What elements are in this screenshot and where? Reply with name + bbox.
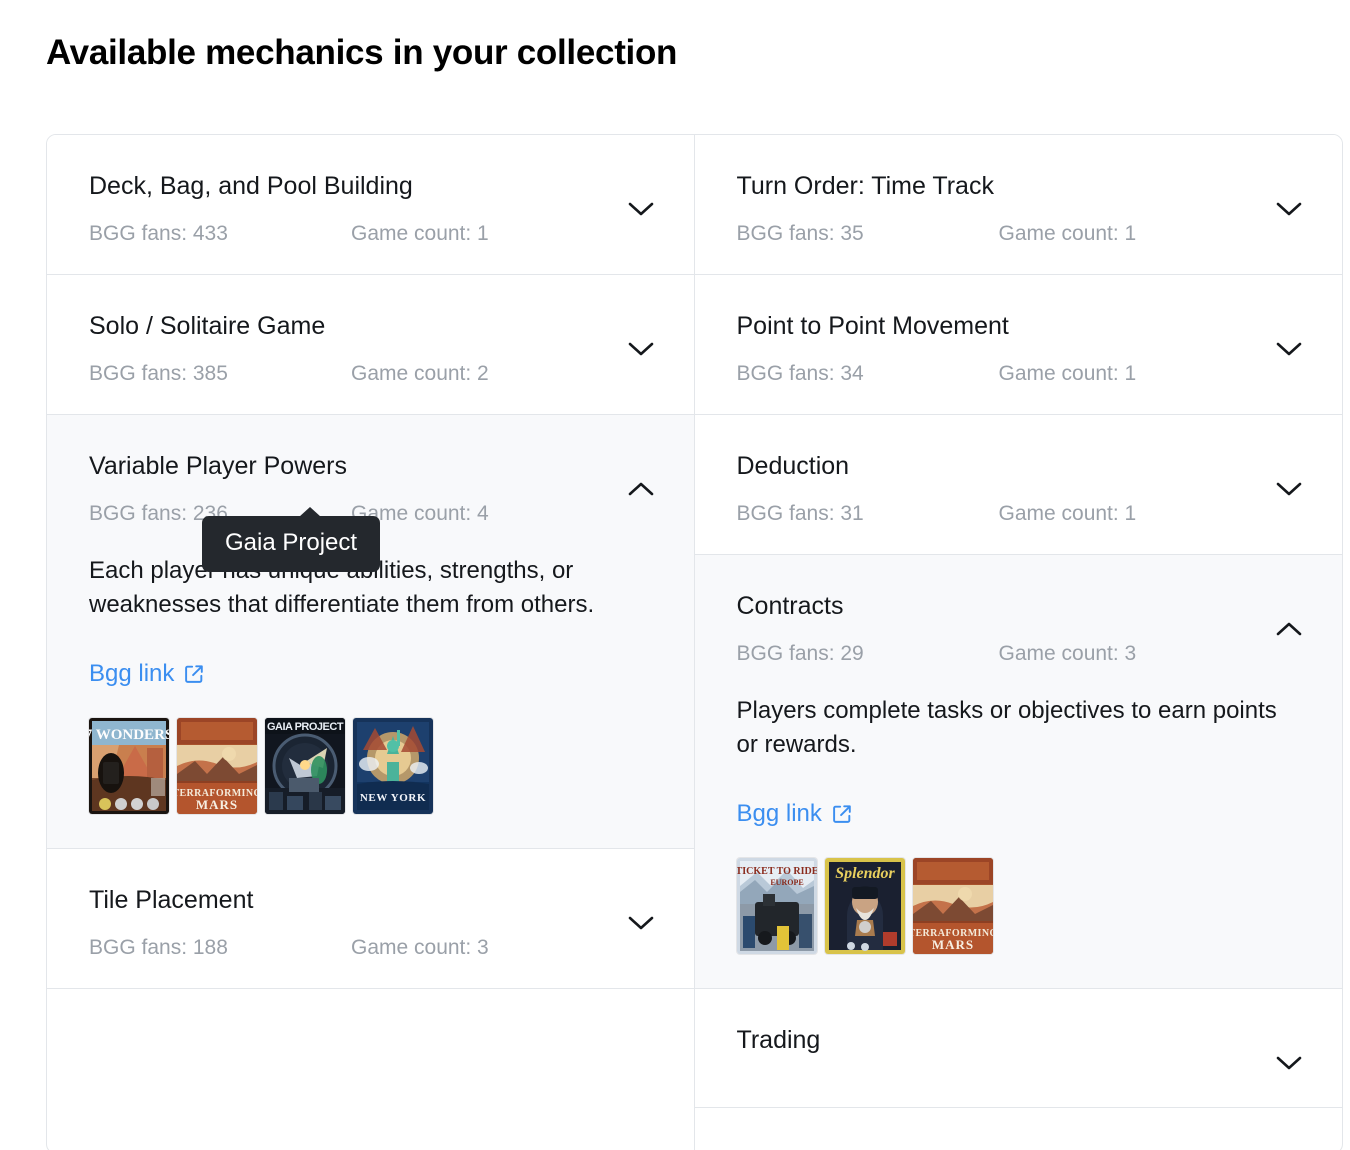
mechanic-name: Trading xyxy=(736,1026,821,1055)
game-count: Game count: 1 xyxy=(351,222,489,245)
game-thumbnail-list: 7 WONDERS ERRAFORMIN MARS GAIA PROJECT N… xyxy=(89,718,652,815)
game-thumbnail-terraforming-mars[interactable]: TERRAFORMING MARS xyxy=(912,858,993,955)
mechanic-name: Variable Player Powers xyxy=(89,452,347,480)
game-thumbnail-gaia-project[interactable]: GAIA PROJECT xyxy=(265,718,345,815)
chevron-down-icon[interactable] xyxy=(1276,481,1302,497)
game-thumbnail-ticket-to-ride-europe[interactable]: TICKET TO RIDE EUROPE xyxy=(736,858,817,955)
tooltip-label: Gaia Project xyxy=(225,529,358,556)
bgg-fans: BGG fans: 35 xyxy=(736,222,864,245)
chevron-down-icon[interactable] xyxy=(628,341,654,357)
svg-text:Splendor: Splendor xyxy=(835,865,895,882)
accordion-header[interactable]: Trading xyxy=(695,989,1343,1107)
bgg-link[interactable]: Bgg link xyxy=(89,660,205,688)
tooltip-arrow xyxy=(299,507,321,517)
bgg-link-label: Bgg link xyxy=(89,660,175,688)
chevron-down-icon[interactable] xyxy=(1276,201,1302,217)
page-title: Available mechanics in your collection xyxy=(46,33,678,72)
mechanic-name: Turn Order: Time Track xyxy=(736,172,994,200)
svg-text:GAIA PROJECT: GAIA PROJECT xyxy=(267,721,344,733)
chevron-down-icon[interactable] xyxy=(1276,341,1302,357)
mechanic-name: Deck, Bag, and Pool Building xyxy=(89,172,413,200)
accordion-item-solo-solitaire-game[interactable]: Solo / Solitaire Game BGG fans: 385 Game… xyxy=(47,275,694,415)
bgg-fans: BGG fans: 385 xyxy=(89,362,228,385)
mechanic-name: Deduction xyxy=(736,452,850,480)
chevron-down-icon[interactable] xyxy=(1276,1055,1302,1071)
accordion-header[interactable]: Turn Order: Time Track BGG fans: 35 Game… xyxy=(695,135,1343,274)
accordion-header[interactable]: Solo / Solitaire Game BGG fans: 385 Game… xyxy=(47,275,694,414)
svg-text:MARS: MARS xyxy=(931,937,973,952)
accordion-item-variable-player-powers[interactable]: Variable Player Powers BGG fans: 236 Gam… xyxy=(47,415,694,850)
bgg-link-label: Bgg link xyxy=(736,800,822,828)
bgg-fans: BGG fans: 188 xyxy=(89,936,228,960)
svg-text:TICKET TO RIDE: TICKET TO RIDE xyxy=(737,866,817,877)
mechanic-meta: BGG fans: 433 Game count: 1 xyxy=(89,223,652,244)
game-thumbnail-splendor[interactable]: Splendor xyxy=(824,858,905,955)
svg-text:7 WONDERS: 7 WONDERS xyxy=(89,727,169,743)
mechanics-page: Available mechanics in your collection D… xyxy=(0,0,1350,1150)
mechanics-accordion: Deck, Bag, and Pool Building BGG fans: 4… xyxy=(46,134,1343,1150)
game-thumbnail-new-york[interactable]: NEW YORK xyxy=(353,718,433,815)
accordion-header[interactable]: Point to Point Movement BGG fans: 34 Gam… xyxy=(695,275,1343,414)
chevron-up-icon[interactable] xyxy=(1276,621,1302,637)
game-count: Game count: 3 xyxy=(351,936,489,960)
bgg-fans: BGG fans: 31 xyxy=(736,502,864,525)
accordion-header[interactable]: Deduction BGG fans: 31 Game count: 1 xyxy=(695,415,1343,554)
mechanic-meta: BGG fans: 188 Game count: 3 xyxy=(89,937,652,958)
accordion-left-column: Deck, Bag, and Pool Building BGG fans: 4… xyxy=(47,135,695,1150)
mechanic-name: Tile Placement xyxy=(89,886,254,915)
mechanic-meta: BGG fans: 35 Game count: 1 xyxy=(737,223,1301,244)
bgg-fans: BGG fans: 34 xyxy=(736,362,864,385)
chevron-down-icon[interactable] xyxy=(628,915,654,931)
accordion-item-deduction[interactable]: Deduction BGG fans: 31 Game count: 1 xyxy=(694,415,1343,555)
mechanic-description: Players complete tasks or objectives to … xyxy=(736,697,1277,759)
accordion-item-tile-placement[interactable]: Tile Placement BGG fans: 188 Game count:… xyxy=(47,849,694,990)
accordion-item-next-clipped[interactable]: Trading xyxy=(694,989,1343,1109)
svg-text:NEW YORK: NEW YORK xyxy=(360,792,426,804)
chevron-up-icon[interactable] xyxy=(628,481,654,497)
game-count: Game count: 2 xyxy=(351,362,489,385)
mechanic-name: Point to Point Movement xyxy=(736,312,1009,340)
game-tooltip: Gaia Project xyxy=(202,507,381,572)
game-count: Game count: 1 xyxy=(998,502,1137,525)
game-count: Game count: 1 xyxy=(998,362,1137,385)
svg-text:MARS: MARS xyxy=(196,797,238,812)
accordion-item-point-to-point-movement[interactable]: Point to Point Movement BGG fans: 34 Gam… xyxy=(694,275,1343,415)
bgg-link[interactable]: Bgg link xyxy=(737,800,853,828)
accordion-header[interactable]: Deck, Bag, and Pool Building BGG fans: 4… xyxy=(47,135,694,274)
accordion-header[interactable]: Contracts BGG fans: 29 Game count: 3 xyxy=(695,555,1343,694)
bgg-fans: BGG fans: 29 xyxy=(736,642,864,665)
accordion-right-column: Turn Order: Time Track BGG fans: 35 Game… xyxy=(694,135,1343,1150)
accordion-panel: Each player has unique abilities, streng… xyxy=(47,554,694,848)
mechanic-meta: BGG fans: 29 Game count: 3 xyxy=(737,643,1301,664)
external-link-icon xyxy=(831,803,853,825)
accordion-item-deck-bag-pool-building[interactable]: Deck, Bag, and Pool Building BGG fans: 4… xyxy=(47,135,694,275)
bgg-fans: BGG fans: 433 xyxy=(89,222,228,245)
accordion-item-turn-order-time-track[interactable]: Turn Order: Time Track BGG fans: 35 Game… xyxy=(694,135,1343,275)
chevron-down-icon[interactable] xyxy=(628,201,654,217)
game-count: Game count: 3 xyxy=(998,642,1137,665)
game-count: Game count: 1 xyxy=(998,222,1137,245)
mechanic-meta: BGG fans: 31 Game count: 1 xyxy=(737,503,1301,524)
accordion-panel: Players complete tasks or objectives to … xyxy=(695,694,1343,988)
game-thumbnail-terraforming-mars[interactable]: TERRAFORMING MARS xyxy=(177,718,257,815)
game-thumbnail-list: TICKET TO RIDE EUROPE Splendor ERRAFORMI… xyxy=(736,858,1301,955)
mechanic-name: Contracts xyxy=(736,592,844,620)
accordion-item-contracts[interactable]: Contracts BGG fans: 29 Game count: 3 Pla… xyxy=(694,555,1343,990)
mechanic-meta: BGG fans: 34 Game count: 1 xyxy=(737,363,1301,384)
mechanic-name: Solo / Solitaire Game xyxy=(89,312,326,340)
accordion-header[interactable]: Tile Placement BGG fans: 188 Game count:… xyxy=(47,849,694,988)
mechanic-meta: BGG fans: 385 Game count: 2 xyxy=(89,363,652,384)
svg-text:EUROPE: EUROPE xyxy=(770,878,803,887)
external-link-icon xyxy=(183,663,205,685)
game-thumbnail-7-wonders[interactable]: 7 WONDERS xyxy=(89,718,169,815)
